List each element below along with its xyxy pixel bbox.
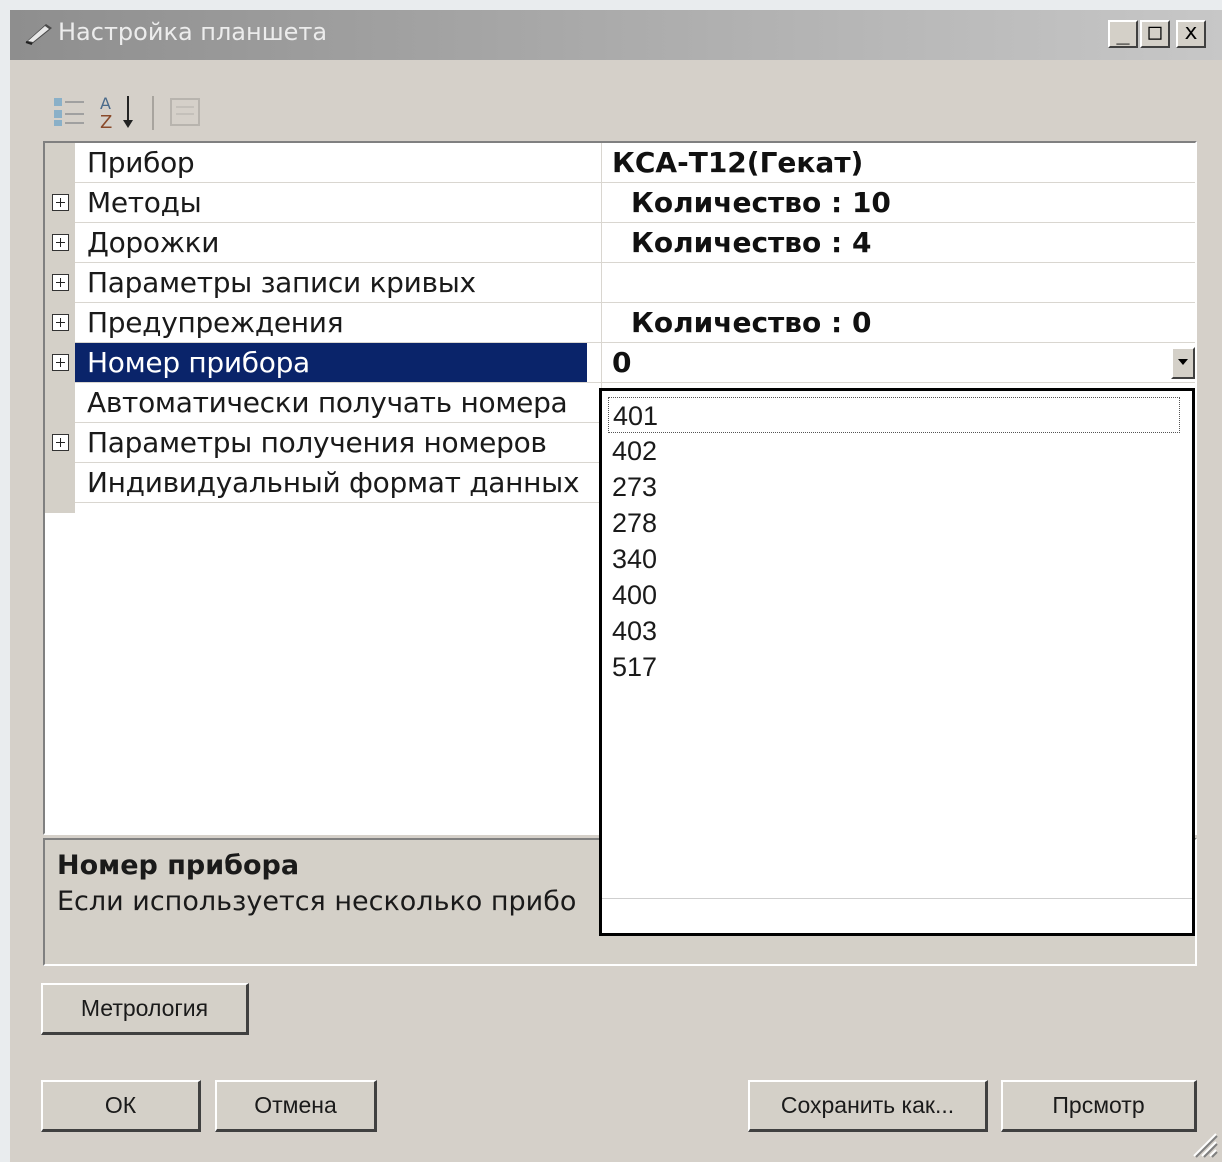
- svg-text:Z: Z: [100, 112, 112, 132]
- dropdown-option[interactable]: 403: [608, 613, 1180, 649]
- expand-plus-icon[interactable]: [52, 314, 69, 331]
- save-as-button[interactable]: Сохранить как...: [748, 1080, 988, 1132]
- property-row-device[interactable]: Прибор КСА-Т12(Гекат): [45, 143, 1195, 183]
- property-row-curve-recording[interactable]: Параметры записи кривых: [45, 263, 1195, 303]
- description-text: Если используется несколько прибо: [57, 886, 577, 917]
- property-name: Методы: [87, 186, 202, 219]
- dropdown-option[interactable]: 273: [608, 469, 1180, 505]
- dropdown-option[interactable]: 340: [608, 541, 1180, 577]
- app-icon: [25, 24, 52, 45]
- property-value: Количество : 10: [631, 186, 891, 219]
- property-row-device-number[interactable]: Номер прибора 0: [45, 343, 1195, 383]
- maximize-button[interactable]: □: [1140, 20, 1170, 48]
- expand-plus-icon[interactable]: [52, 234, 69, 251]
- title-bar[interactable]: Настройка планшета _ □ x: [10, 10, 1222, 60]
- property-name: Индивидуальный формат данных: [87, 466, 580, 499]
- expand-plus-icon[interactable]: [52, 354, 69, 371]
- minimize-button[interactable]: _: [1108, 20, 1138, 48]
- dropdown-option[interactable]: 278: [608, 505, 1180, 541]
- property-name-selected: Номер прибора: [75, 343, 587, 383]
- metrology-button[interactable]: Метрология: [41, 983, 249, 1035]
- property-value: Количество : 4: [631, 226, 872, 259]
- toolbar-separator: [152, 96, 154, 130]
- svg-text:A: A: [100, 94, 111, 113]
- property-name: Параметры записи кривых: [87, 266, 476, 299]
- dropdown-divider: [602, 898, 1192, 899]
- dropdown-option[interactable]: 517: [608, 649, 1180, 685]
- dropdown-arrow-button[interactable]: [1171, 347, 1195, 379]
- device-number-dropdown-list[interactable]: 401 402 273 278 340 400 403 517: [599, 388, 1195, 936]
- expand-plus-icon[interactable]: [52, 274, 69, 291]
- tablet-settings-window: Настройка планшета _ □ x A Z Прибор КСА-…: [10, 10, 1222, 1162]
- close-button[interactable]: x: [1176, 20, 1206, 48]
- dropdown-option[interactable]: 402: [608, 433, 1180, 469]
- resize-grip-icon[interactable]: [1188, 1128, 1218, 1158]
- property-row-methods[interactable]: Методы Количество : 10: [45, 183, 1195, 223]
- sort-alpha-icon[interactable]: A Z: [96, 92, 140, 132]
- description-title: Номер прибора: [57, 850, 300, 881]
- maximize-icon: □: [1148, 20, 1162, 45]
- close-icon: x: [1184, 20, 1198, 45]
- categorized-icon[interactable]: [50, 94, 90, 130]
- property-name: Предупреждения: [87, 306, 344, 339]
- property-row-tracks[interactable]: Дорожки Количество : 4: [45, 223, 1195, 263]
- window-title: Настройка планшета: [58, 18, 328, 46]
- minimize-icon: _: [1116, 20, 1130, 45]
- property-value: Количество : 0: [631, 306, 872, 339]
- ok-button[interactable]: ОК: [41, 1080, 201, 1132]
- property-name: Дорожки: [87, 226, 220, 259]
- property-value: КСА-Т12(Гекат): [612, 146, 864, 179]
- property-pages-icon[interactable]: [166, 94, 206, 130]
- property-name: Прибор: [87, 146, 195, 179]
- cancel-button[interactable]: Отмена: [215, 1080, 377, 1132]
- dropdown-option[interactable]: 401: [608, 397, 1180, 433]
- property-name: Автоматически получать номера: [87, 386, 568, 419]
- property-row-warnings[interactable]: Предупреждения Количество : 0: [45, 303, 1195, 343]
- expand-plus-icon[interactable]: [52, 434, 69, 451]
- preview-button[interactable]: Прсмотр: [1001, 1080, 1197, 1132]
- device-number-combo-value[interactable]: 0: [612, 343, 631, 383]
- expand-plus-icon[interactable]: [52, 194, 69, 211]
- chevron-down-icon: [1178, 359, 1188, 365]
- dropdown-option[interactable]: 400: [608, 577, 1180, 613]
- property-name: Параметры получения номеров: [87, 426, 547, 459]
